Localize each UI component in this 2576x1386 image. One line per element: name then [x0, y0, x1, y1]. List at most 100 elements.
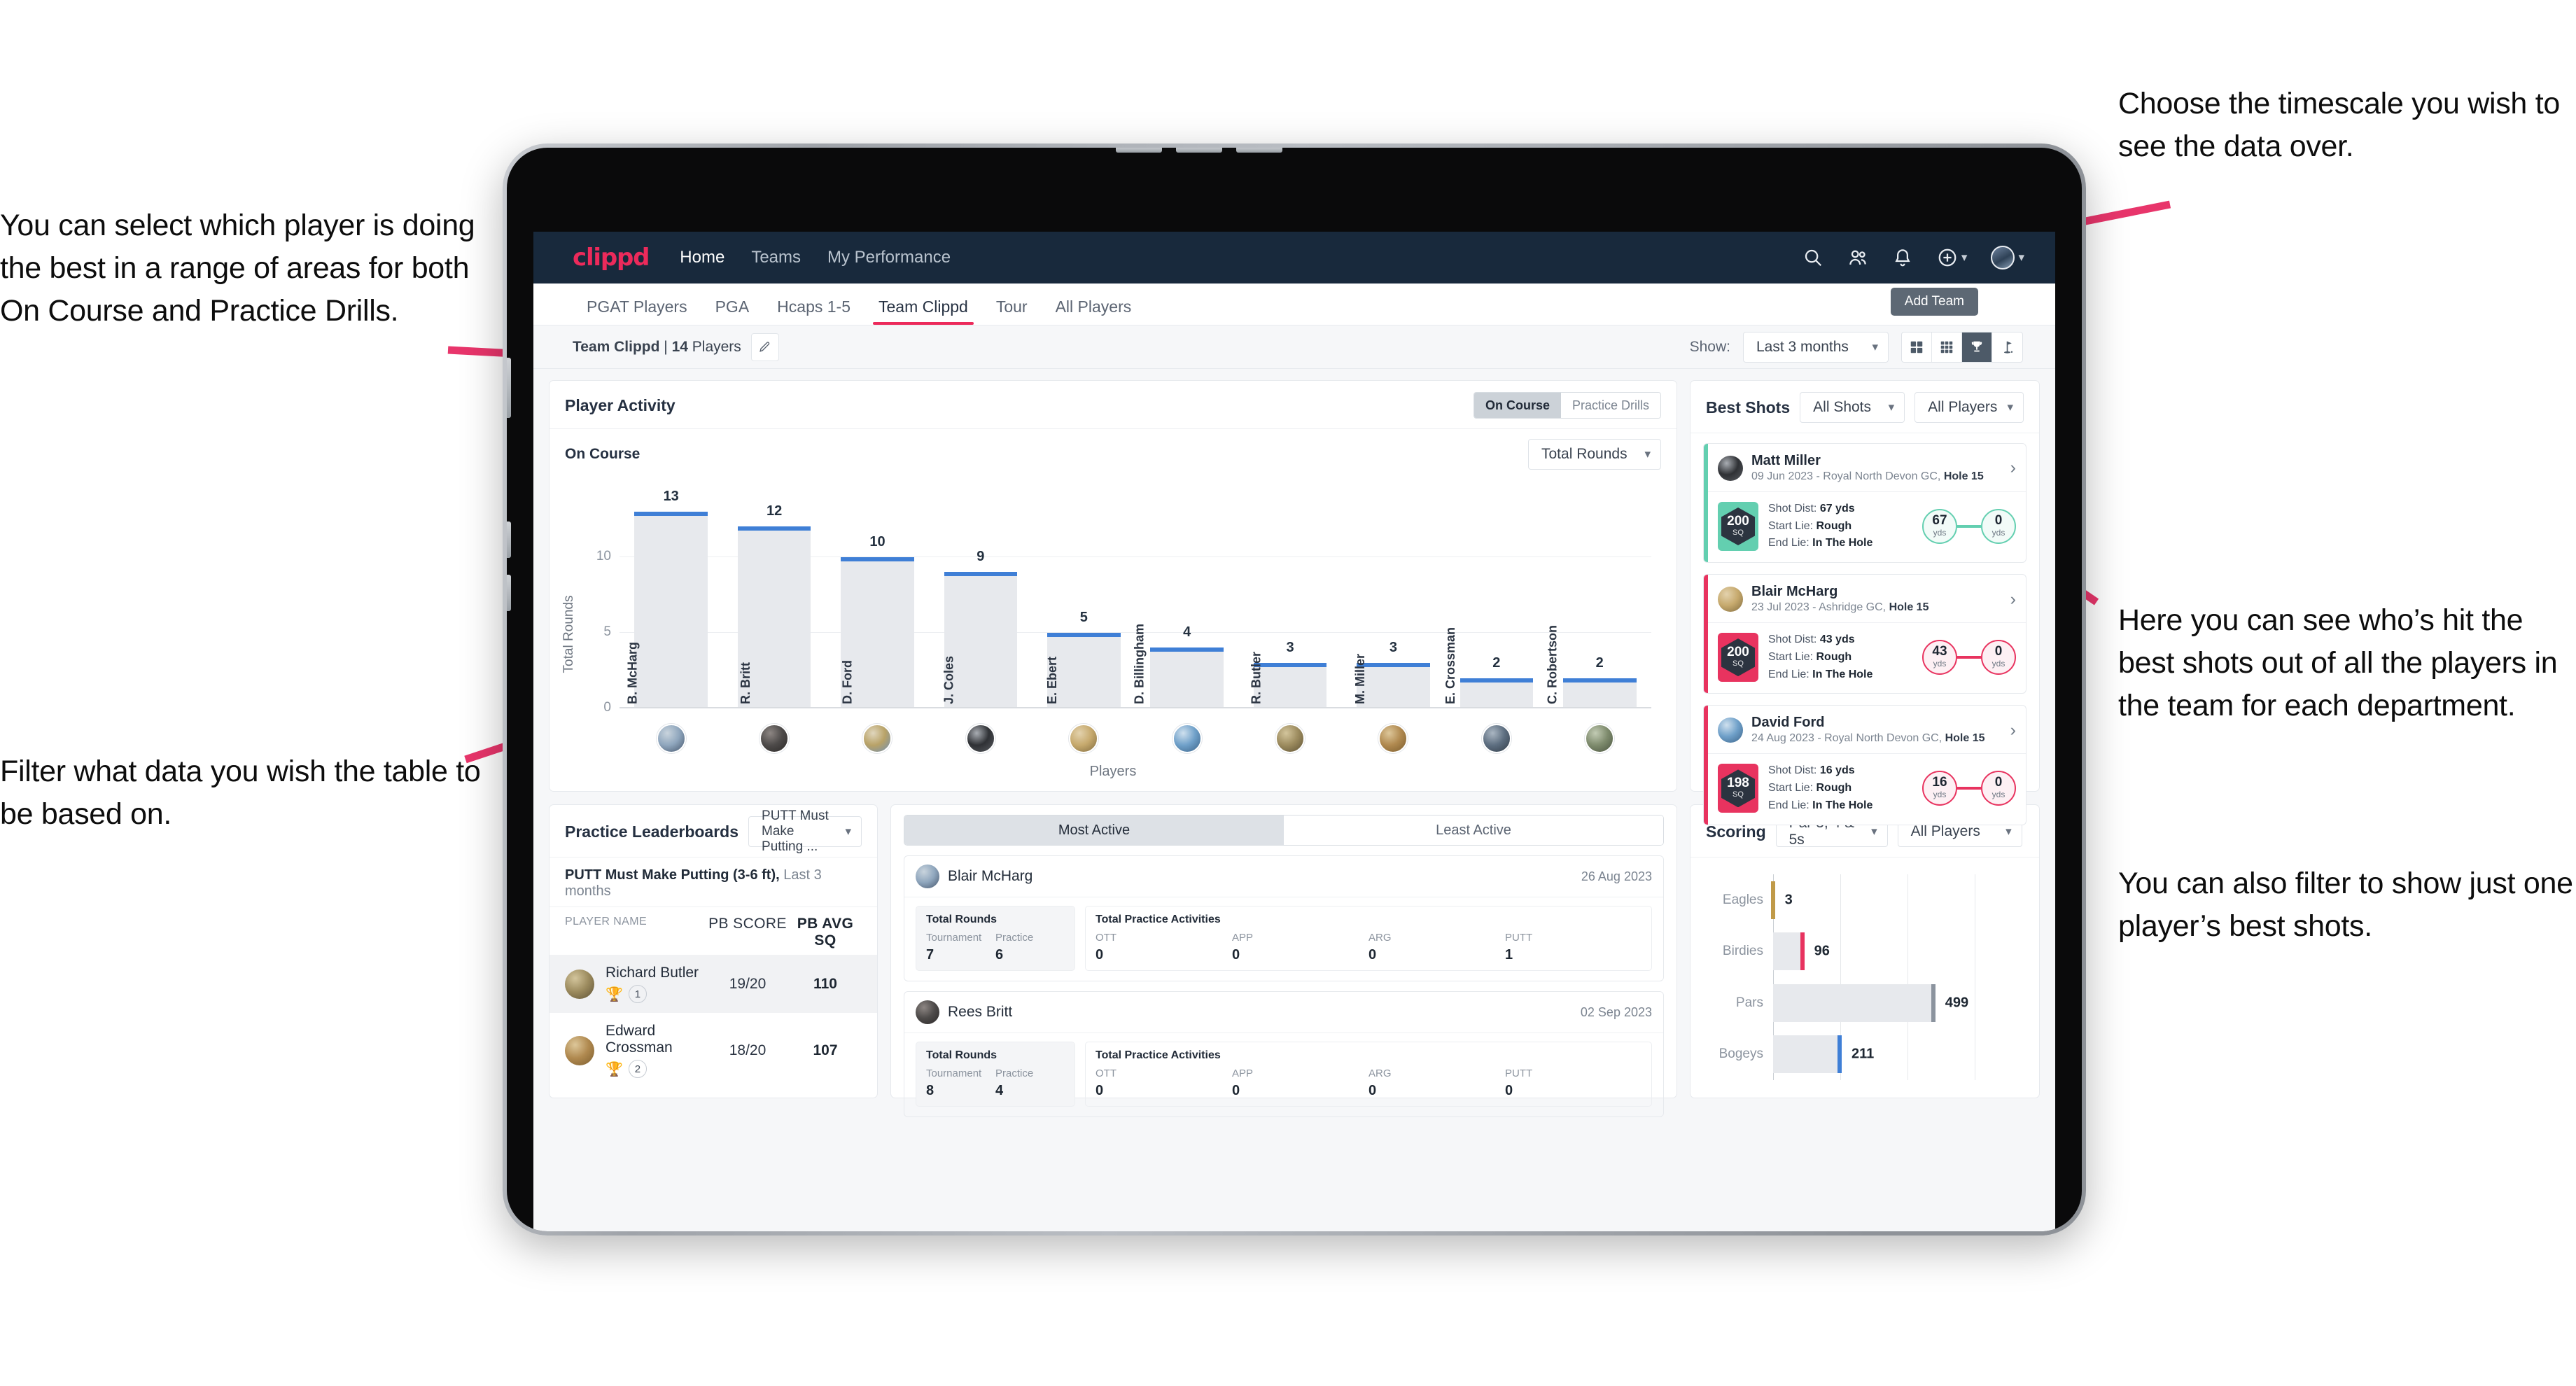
player-avatar[interactable]	[1585, 724, 1615, 753]
chart-bar-group[interactable]: 3 R. Butler	[1250, 496, 1327, 708]
chevron-right-icon[interactable]: ›	[2010, 720, 2016, 741]
scoring-bar[interactable]: 211	[1773, 1035, 1874, 1074]
scoring-bar-cap	[1770, 881, 1775, 919]
avatar[interactable]	[916, 1000, 939, 1024]
avatar[interactable]	[565, 969, 594, 999]
table-row[interactable]: Richard Butler 🏆 1 19/20 110	[550, 955, 877, 1013]
scoring-chart: Eagles 3 Birdies 96 Pars 499 Bogeys 211	[1706, 870, 2024, 1080]
scoring-bar[interactable]: 96	[1773, 932, 1830, 971]
bell-icon[interactable]	[1892, 247, 1913, 268]
chart-bar-group[interactable]: 9 J. Coles	[941, 496, 1018, 708]
segment-on-course[interactable]: On Course	[1474, 393, 1561, 418]
chart-bar-group[interactable]: 3 M. Miller	[1353, 496, 1430, 708]
player-avatar[interactable]	[1172, 724, 1202, 753]
table-row[interactable]: Edward Crossman 🏆 2 18/20 107	[550, 1013, 877, 1088]
y-tick-5: 5	[603, 624, 611, 639]
tab-team-clippd[interactable]: Team Clippd	[864, 298, 982, 325]
chart-bar-group[interactable]: 12 R. Britt	[737, 496, 811, 708]
chart-bar[interactable]: 2	[1562, 655, 1637, 708]
avatar[interactable]	[1718, 587, 1743, 612]
metric-select[interactable]: Total Rounds ▾	[1528, 439, 1661, 470]
team-name: Team Clippd	[573, 338, 660, 355]
tab-all-players[interactable]: All Players	[1042, 298, 1146, 325]
avatar[interactable]	[1991, 246, 2015, 270]
activity-player-card[interactable]: Rees Britt 02 Sep 2023 Total Rounds Tour…	[904, 991, 1664, 1117]
chart-bar-group[interactable]: 4 D. Billingham	[1132, 496, 1224, 708]
scoring-bar[interactable]: 499	[1773, 983, 1968, 1022]
chart-bar-group[interactable]: 10 D. Ford	[841, 496, 914, 708]
tab-least-active[interactable]: Least Active	[1284, 816, 1663, 845]
chevron-right-icon[interactable]: ›	[2010, 589, 2016, 610]
avatar[interactable]	[916, 864, 939, 888]
rounds-column-header: Practice	[995, 1068, 1034, 1079]
chart-bar-group[interactable]: 2 E. Crossman	[1443, 496, 1534, 708]
plus-circle-icon[interactable]	[1937, 247, 1958, 268]
shot-filter-select[interactable]: All Shots ▾	[1800, 392, 1905, 423]
metric-value: Total Rounds	[1541, 446, 1628, 462]
chart-bar-group[interactable]: 2 C. Robertson	[1546, 496, 1637, 708]
people-icon[interactable]	[1847, 247, 1868, 268]
nav-link-home[interactable]: Home	[680, 248, 724, 267]
avatar[interactable]	[1718, 718, 1743, 743]
best-shot-card[interactable]: Blair McHarg 23 Jul 2023 - Ashridge GC, …	[1703, 574, 2026, 694]
scoring-row[interactable]: Pars 499	[1736, 983, 1975, 1022]
player-avatar[interactable]	[1069, 724, 1099, 753]
scoring-bar[interactable]: 3	[1770, 881, 1793, 919]
annotation-left-bottom: Filter what data you wish the table to b…	[0, 755, 481, 832]
player-avatar[interactable]	[1275, 724, 1306, 753]
chevron-right-icon[interactable]: ›	[2010, 458, 2016, 478]
player-avatar[interactable]	[1481, 724, 1511, 753]
nav-link-teams[interactable]: Teams	[751, 248, 801, 267]
distance-to-value: 0	[1994, 513, 2003, 528]
player-avatar[interactable]	[656, 724, 686, 753]
tab-most-active[interactable]: Most Active	[904, 816, 1284, 845]
player-filter-select[interactable]: All Players ▾	[1914, 392, 2024, 423]
tab-tour[interactable]: Tour	[982, 298, 1042, 325]
clippd-logo[interactable]: clippd	[573, 244, 650, 272]
best-shot-card[interactable]: Matt Miller 09 Jun 2023 - Royal North De…	[1703, 443, 2026, 564]
activity-card-header: Blair McHarg 26 Aug 2023	[904, 856, 1663, 897]
activity-player-card[interactable]: Blair McHarg 26 Aug 2023 Total Rounds To…	[904, 855, 1664, 981]
search-icon[interactable]	[1802, 247, 1823, 268]
chart-bar[interactable]: 4	[1150, 624, 1224, 708]
timescale-select[interactable]: Last 3 months ▾	[1743, 331, 1889, 363]
chart-bar[interactable]: 2	[1460, 655, 1534, 708]
chart-bar[interactable]: 3	[1253, 640, 1327, 708]
player-avatar[interactable]	[1378, 724, 1408, 753]
hexagon-icon: 198 SQ	[1721, 769, 1755, 808]
chart-bar-value: 10	[869, 533, 886, 550]
segment-practice-drills[interactable]: Practice Drills	[1560, 393, 1660, 418]
device-button-side-1	[507, 358, 511, 418]
chart-bar-group[interactable]: 13 B. McHarg	[625, 489, 708, 708]
view-grid-9-button[interactable]	[1932, 332, 1962, 362]
activity-player-name: Blair McHarg	[948, 868, 1033, 884]
view-trophy-button[interactable]	[1962, 332, 1992, 362]
tab-pgat-players[interactable]: PGAT Players	[573, 298, 701, 325]
chart-bar-group[interactable]: 5 E. Ebert	[1045, 496, 1121, 708]
player-avatar[interactable]	[965, 724, 995, 753]
chart-bar[interactable]: 13	[634, 489, 708, 708]
tab-pga[interactable]: PGA	[701, 298, 764, 325]
distance-from-value: 43	[1932, 644, 1947, 659]
leaderboard-subtitle: PUTT Must Make Putting (3-6 ft), Last 3 …	[550, 858, 877, 907]
view-golf-flag-button[interactable]	[1992, 332, 2022, 362]
scoring-row[interactable]: Bogeys 211	[1719, 1035, 1975, 1074]
edit-team-button[interactable]	[750, 332, 779, 361]
scoring-player-filter-value: All Players	[1910, 823, 1980, 839]
profile-menu[interactable]: ▾	[1991, 246, 2024, 270]
rounds-column-value: 6	[995, 947, 1004, 962]
player-avatar[interactable]	[862, 724, 892, 753]
player-avatar[interactable]	[760, 724, 790, 753]
nav-link-my-performance[interactable]: My Performance	[827, 248, 951, 267]
avatar[interactable]	[565, 1035, 594, 1065]
add-menu[interactable]: ▾	[1937, 247, 1967, 268]
scoring-row[interactable]: Eagles 3	[1723, 881, 1975, 919]
view-grid-4-button[interactable]	[1902, 332, 1932, 362]
scoring-row[interactable]: Birdies 96	[1723, 932, 1975, 971]
avatar[interactable]	[1718, 455, 1743, 481]
chart-bar-label: R. Britt	[738, 662, 753, 704]
drill-select[interactable]: PUTT Must Make Putting ... ▾	[748, 808, 862, 854]
tab-hcaps-1-5[interactable]: Hcaps 1-5	[763, 298, 864, 325]
best-shot-stats: Shot Dist: 67 yds Start Lie: Rough End L…	[1768, 500, 1872, 552]
best-shot-card[interactable]: David Ford 24 Aug 2023 - Royal North Dev…	[1703, 705, 2026, 825]
